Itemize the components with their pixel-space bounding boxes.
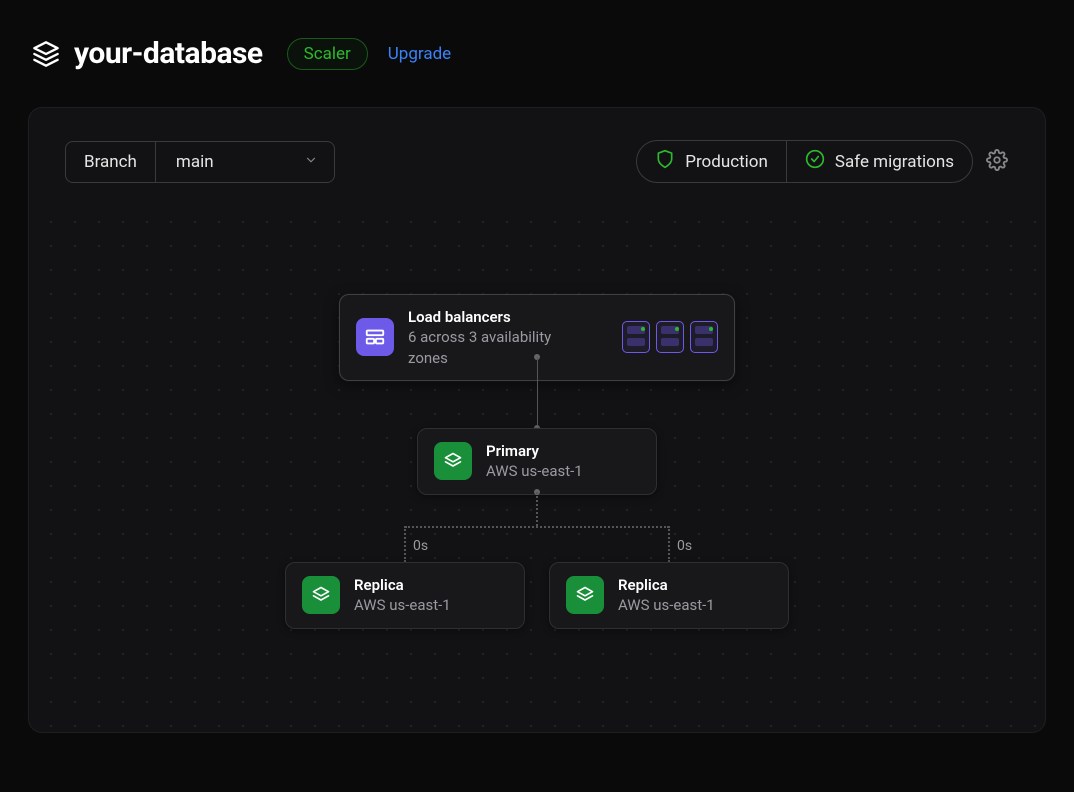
connector-line-dotted: [668, 526, 670, 562]
connector-line-dotted: [404, 526, 406, 562]
shield-icon: [655, 149, 675, 174]
connector-line: [537, 357, 538, 425]
database-title: your-database: [74, 36, 263, 71]
replica-subtitle: AWS us-east-1: [618, 595, 715, 615]
status-pills: Production Safe migrations: [636, 140, 973, 183]
branch-value: main: [176, 152, 214, 172]
check-circle-icon: [805, 149, 825, 174]
load-balancer-text: Load balancers 6 across 3 availability z…: [408, 307, 590, 368]
primary-title: Primary: [486, 441, 583, 461]
primary-node[interactable]: Primary AWS us-east-1: [417, 428, 657, 495]
branch-selector: Branch main: [65, 141, 335, 183]
lb-cube-icon: [622, 321, 650, 353]
panel-toolbar: Branch main Production: [29, 108, 1045, 183]
replica-node[interactable]: Replica AWS us-east-1: [549, 562, 789, 629]
database-icon: [434, 442, 472, 480]
safe-migrations-badge[interactable]: Safe migrations: [786, 141, 972, 182]
database-icon: [302, 576, 340, 614]
replication-lag: 0s: [413, 538, 428, 554]
replica-text: Replica AWS us-east-1: [354, 575, 451, 616]
primary-text: Primary AWS us-east-1: [486, 441, 583, 482]
gear-icon: [986, 149, 1008, 175]
connector-line-dotted: [536, 492, 538, 526]
replica-subtitle: AWS us-east-1: [354, 595, 451, 615]
settings-button[interactable]: [985, 150, 1009, 174]
load-balancer-title: Load balancers: [408, 307, 590, 327]
page-header: your-database Scaler Upgrade: [0, 0, 1074, 71]
replication-lag: 0s: [677, 538, 692, 554]
layers-icon: [32, 40, 60, 68]
plan-badge: Scaler: [287, 38, 368, 70]
chevron-down-icon: [304, 152, 318, 172]
database-icon: [566, 576, 604, 614]
load-balancer-subtitle: 6 across 3 availability zones: [408, 327, 590, 368]
branch-dropdown[interactable]: main: [156, 142, 334, 182]
connector-line-dotted: [405, 526, 669, 528]
safe-migrations-label: Safe migrations: [835, 152, 954, 172]
primary-subtitle: AWS us-east-1: [486, 461, 583, 481]
load-balancer-cubes: [622, 321, 718, 353]
topology-canvas: Load balancers 6 across 3 availability z…: [29, 200, 1045, 732]
lb-cube-icon: [656, 321, 684, 353]
upgrade-link[interactable]: Upgrade: [388, 44, 451, 64]
replica-title: Replica: [354, 575, 451, 595]
replica-title: Replica: [618, 575, 715, 595]
load-balancer-icon: [356, 318, 394, 356]
branch-label: Branch: [66, 142, 156, 182]
topology-panel: Branch main Production: [28, 107, 1046, 733]
status-group: Production Safe migrations: [636, 140, 1009, 183]
replica-node[interactable]: Replica AWS us-east-1: [285, 562, 525, 629]
production-label: Production: [685, 152, 768, 172]
lb-cube-icon: [690, 321, 718, 353]
replica-text: Replica AWS us-east-1: [618, 575, 715, 616]
production-badge[interactable]: Production: [637, 141, 786, 182]
